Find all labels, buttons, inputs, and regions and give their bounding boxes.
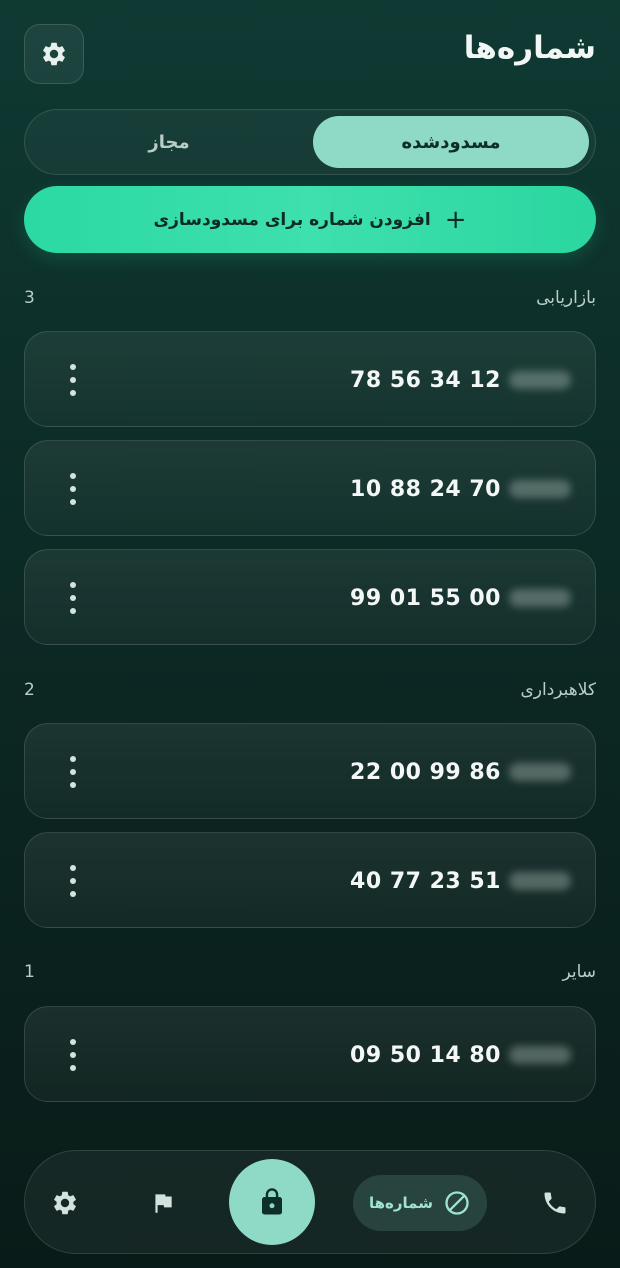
phone-number-digits: 99 01 55 00: [350, 585, 501, 611]
nav-numbers-active[interactable]: شماره‌ها: [353, 1175, 487, 1231]
phone-number: 22 00 99 86: [350, 754, 571, 790]
more-options-icon[interactable]: [59, 582, 87, 614]
bottom-navigation: شماره‌ها: [24, 1150, 596, 1254]
redacted-prefix: [509, 371, 571, 389]
block-icon: [445, 1191, 469, 1215]
more-options-icon[interactable]: [59, 756, 87, 788]
phone-number: 40 77 23 51: [350, 863, 571, 899]
phone-number-digits: 10 88 24 70: [350, 476, 501, 502]
section-header-fraud: 2 کلاهبرداری: [24, 677, 596, 703]
section-count: 3: [24, 288, 35, 308]
more-options-icon[interactable]: [59, 1039, 87, 1071]
blocked-number-card[interactable]: 40 77 23 51: [24, 832, 596, 928]
phone-number: 99 01 55 00: [350, 580, 571, 616]
lock-icon: [262, 1188, 282, 1215]
nav-numbers-label: شماره‌ها: [369, 1194, 433, 1212]
redacted-prefix: [509, 872, 571, 890]
tab-blocked[interactable]: مسدودشده: [313, 116, 589, 168]
section-title: سایر: [562, 962, 596, 982]
page-title: شماره‌ها: [463, 30, 596, 66]
nav-settings[interactable]: [45, 1151, 85, 1255]
blocked-number-card[interactable]: 22 00 99 86: [24, 723, 596, 819]
redacted-prefix: [509, 480, 571, 498]
tab-allowed[interactable]: مجاز: [31, 116, 307, 168]
redacted-prefix: [509, 1046, 571, 1064]
phone-icon: [544, 1192, 566, 1214]
section-header-marketing: 3 بازاریابی: [24, 285, 596, 311]
phone-number: 09 50 14 80: [350, 1037, 571, 1073]
add-button-label: افزودن شماره برای مسدودسازی: [153, 209, 431, 230]
nav-reports[interactable]: [143, 1151, 183, 1255]
section-count: 2: [24, 680, 35, 700]
section-title: کلاهبرداری: [520, 680, 596, 700]
redacted-prefix: [509, 589, 571, 607]
flag-icon: [155, 1194, 172, 1213]
blocked-number-card[interactable]: 99 01 55 00: [24, 549, 596, 645]
phone-number-digits: 09 50 14 80: [350, 1042, 501, 1068]
section-count: 1: [24, 962, 35, 982]
blocked-number-card[interactable]: 10 88 24 70: [24, 440, 596, 536]
gear-icon: [54, 1191, 76, 1215]
more-options-icon[interactable]: [59, 364, 87, 396]
app-header: شماره‌ها: [0, 0, 620, 105]
nav-lock-button[interactable]: [229, 1159, 315, 1245]
phone-number: 78 56 34 12: [350, 362, 571, 398]
nav-calls[interactable]: [535, 1151, 575, 1255]
plus-icon: +: [444, 204, 467, 235]
phone-number-digits: 78 56 34 12: [350, 367, 501, 393]
phone-number: 10 88 24 70: [350, 471, 571, 507]
blocked-number-card[interactable]: 09 50 14 80: [24, 1006, 596, 1102]
redacted-prefix: [509, 763, 571, 781]
gear-icon: [43, 42, 65, 66]
phone-number-digits: 22 00 99 86: [350, 759, 501, 785]
section-title: بازاریابی: [536, 288, 596, 308]
blocked-number-card[interactable]: 78 56 34 12: [24, 331, 596, 427]
section-header-other: 1 سایر: [24, 959, 596, 985]
add-block-number-button[interactable]: + افزودن شماره برای مسدودسازی: [24, 186, 596, 253]
filter-segmented-control: مسدودشده مجاز: [24, 109, 596, 175]
more-options-icon[interactable]: [59, 473, 87, 505]
phone-number-digits: 40 77 23 51: [350, 868, 501, 894]
settings-button[interactable]: [24, 24, 84, 84]
more-options-icon[interactable]: [59, 865, 87, 897]
